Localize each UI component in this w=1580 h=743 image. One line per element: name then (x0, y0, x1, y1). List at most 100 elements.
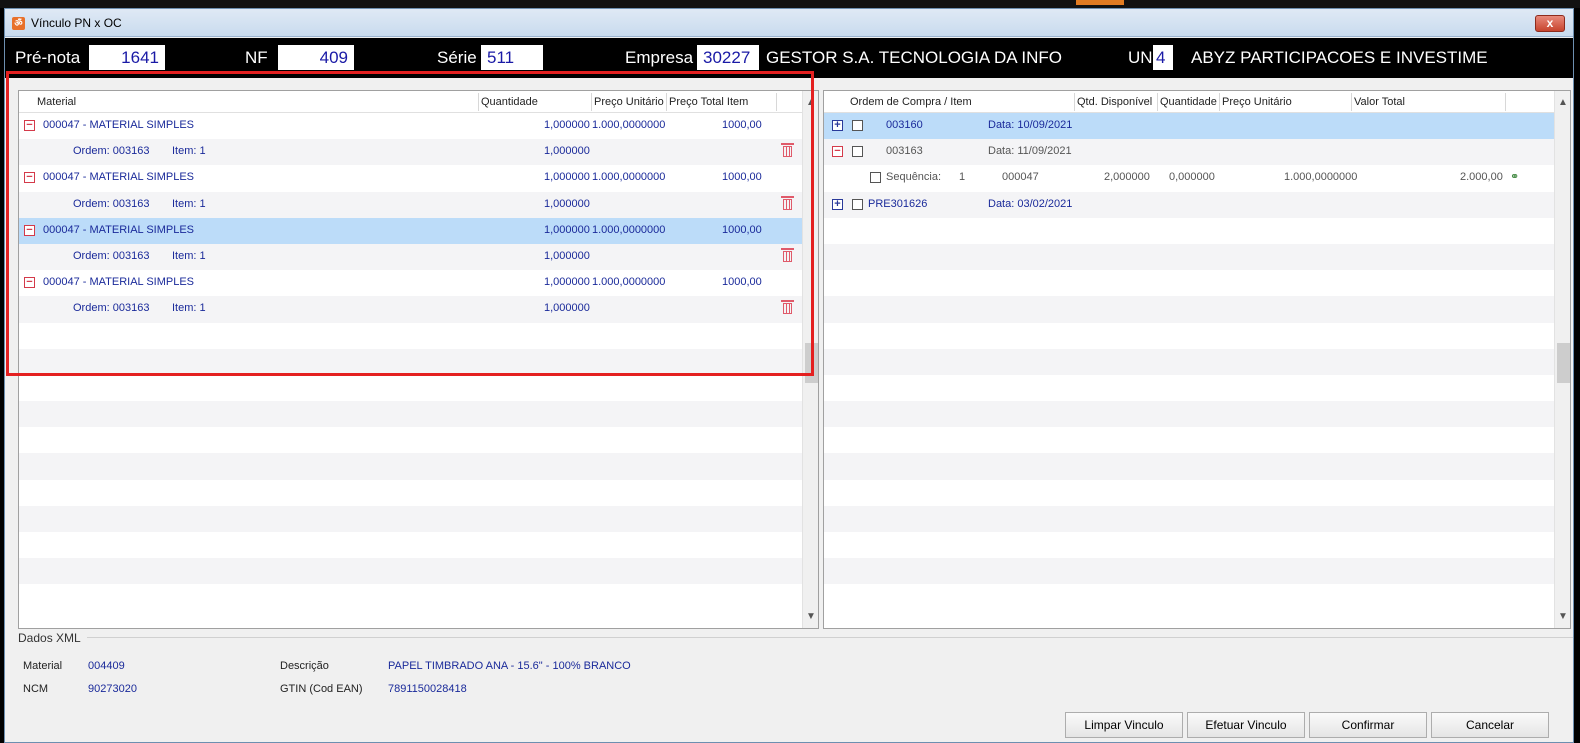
material-row[interactable]: −000047 - MATERIAL SIMPLES 1,000000 1.000,… (19, 270, 818, 296)
empty-row (824, 532, 1570, 558)
close-button[interactable]: x (1535, 15, 1565, 32)
sequence-row[interactable]: Sequência: 1 000047 2,000000 0,000000 1.000,0… (824, 165, 1570, 191)
order-row[interactable]: − 003163 Data: 11/09/2021 (824, 139, 1570, 166)
col-material[interactable]: Material (37, 96, 76, 108)
ordem-row[interactable]: Ordem: 003163 Item: 1 1,000000 (19, 243, 818, 271)
empty-row (824, 584, 1570, 610)
scroll-thumb[interactable] (805, 343, 818, 383)
limpar-vinculo-button[interactable]: Limpar Vinculo (1065, 712, 1183, 738)
collapse-icon[interactable]: − (24, 120, 35, 131)
scroll-up-icon[interactable]: ▲ (803, 94, 818, 111)
expand-icon[interactable]: + (832, 198, 843, 210)
item-label: Item: 1 (172, 249, 206, 262)
order-row[interactable]: + PRE301626 Data: 03/02/2021 (824, 191, 1570, 218)
ordem-row[interactable]: Ordem: 003163 Item: 1 1,000000 (19, 296, 818, 323)
qtd-disponivel-value: 2,000000 (1104, 171, 1150, 184)
scroll-down-icon[interactable]: ▼ (1555, 608, 1570, 625)
material-name: 000047 - MATERIAL SIMPLES (43, 171, 195, 184)
expand-icon[interactable]: + (832, 120, 843, 131)
material-row[interactable]: −000047 - MATERIAL SIMPLES 1,000000 1.000,… (19, 217, 818, 244)
link-icon[interactable]: ⚭ (1510, 170, 1519, 183)
ordem-label: Ordem: 003163 (73, 197, 150, 210)
xml-material-label: Material (23, 660, 63, 672)
empty-row (824, 243, 1570, 271)
collapse-icon[interactable]: − (24, 277, 35, 289)
col-valor-total[interactable]: Valor Total (1354, 96, 1405, 108)
col-preco-total[interactable]: Preço Total Item (669, 96, 748, 108)
material-grid-scrollbar[interactable]: ▲ ▼ (802, 91, 818, 628)
taskbar-accent (1076, 0, 1124, 5)
efetuar-vinculo-button[interactable]: Efetuar Vinculo (1187, 712, 1305, 738)
order-date: Data: 10/09/2021 (988, 119, 1073, 131)
ordem-label: Ordem: 003163 (73, 302, 150, 315)
quantidade-value: 1,000000 (544, 276, 590, 289)
serie-label: Série (437, 48, 477, 67)
col-preco-unitario[interactable]: Preço Unitário (594, 96, 664, 108)
order-row[interactable]: +003160 Data: 10/09/2021 (824, 113, 1570, 140)
empty-row (19, 480, 818, 506)
material-grid-rows: −000047 - MATERIAL SIMPLES 1,000000 1.000,… (19, 113, 818, 611)
preco-total-value: 1000,00 (722, 171, 762, 184)
empty-row (824, 348, 1570, 375)
col-quantidade[interactable]: Quantidade (481, 96, 538, 108)
empty-row (19, 427, 818, 453)
preco-total-value: 1000,00 (722, 119, 762, 131)
sequence-checkbox[interactable] (870, 172, 881, 184)
scroll-thumb[interactable] (1557, 343, 1570, 383)
order-number: 003160 (886, 119, 923, 131)
empty-row (19, 401, 818, 428)
collapse-icon[interactable]: − (24, 172, 35, 184)
empresa-label: Empresa (625, 48, 694, 67)
empty-row (19, 532, 818, 558)
empresa-code-field[interactable]: 30227 (697, 45, 759, 70)
collapse-icon[interactable]: − (24, 224, 35, 236)
order-checkbox[interactable] (852, 120, 863, 131)
ordem-row[interactable]: Ordem: 003163 Item: 1 1,000000 (19, 191, 818, 218)
quantidade-value[interactable]: 0,000000 (1169, 171, 1215, 183)
order-checkbox[interactable] (852, 198, 863, 210)
un-code-field[interactable]: 4 (1153, 45, 1173, 70)
nf-field[interactable]: 409 (278, 45, 354, 70)
window-title: Vínculo PN x OC (31, 16, 122, 30)
serie-field[interactable]: 511 (481, 45, 543, 70)
col-ordem-item[interactable]: Ordem de Compra / Item (850, 96, 972, 108)
un-name: ABYZ PARTICIPACOES E INVESTIME (1191, 48, 1488, 67)
empty-row (824, 558, 1570, 585)
quantidade-value: 1,000000 (544, 223, 590, 236)
empty-row (19, 558, 818, 585)
col-quantidade[interactable]: Quantidade (1160, 96, 1217, 108)
col-preco-unitario[interactable]: Preço Unitário (1222, 96, 1292, 108)
material-row[interactable]: −000047 - MATERIAL SIMPLES 1,000000 1.000,… (19, 165, 818, 191)
scroll-up-icon[interactable]: ▲ (1555, 94, 1570, 111)
quantidade-value: 1,000000 (544, 249, 590, 262)
quantidade-value: 1,000000 (544, 302, 590, 315)
scroll-down-icon[interactable]: ▼ (803, 608, 818, 625)
preco-unitario-value: 1.000,0000000 (592, 223, 666, 236)
col-qtd-disponivel[interactable]: Qtd. Disponível (1077, 96, 1152, 108)
prenota-field[interactable]: 1641 (89, 45, 165, 70)
preco-total-value: 1000,00 (722, 276, 762, 289)
trash-icon[interactable] (781, 195, 794, 210)
preco-unitario-value: 1.000,0000000 (592, 171, 666, 184)
empresa-name: GESTOR S.A. TECNOLOGIA DA INFO (766, 48, 1062, 67)
preco-unitario-value: 1.000,0000000 (592, 276, 666, 289)
order-grid-scrollbar[interactable]: ▲ ▼ (1554, 91, 1570, 628)
empty-row (824, 401, 1570, 428)
trash-icon[interactable] (781, 300, 794, 315)
material-row[interactable]: −000047 - MATERIAL SIMPLES 1,000000 1.000,… (19, 113, 818, 139)
sequence-number: 1 (959, 171, 966, 184)
empty-row (824, 218, 1570, 244)
trash-icon[interactable] (781, 247, 794, 262)
trash-icon[interactable] (781, 143, 794, 158)
confirmar-button[interactable]: Confirmar (1309, 712, 1427, 738)
item-label: Item: 1 (172, 197, 206, 210)
xml-ncm-label: NCM (23, 683, 49, 695)
order-checkbox[interactable] (852, 146, 863, 158)
collapse-icon[interactable]: − (832, 146, 843, 158)
main-window: ॐ Vínculo PN x OC x Pré-nota 1641 NF 409… (4, 8, 1574, 743)
ordem-row[interactable]: Ordem: 003163 Item: 1 1,000000 (19, 139, 818, 166)
cancelar-button[interactable]: Cancelar (1431, 712, 1549, 738)
order-grid: Ordem de Compra / Item Qtd. Disponível Q… (823, 90, 1571, 629)
item-label: Item: 1 (172, 302, 206, 315)
un-label: UN (1128, 48, 1153, 67)
